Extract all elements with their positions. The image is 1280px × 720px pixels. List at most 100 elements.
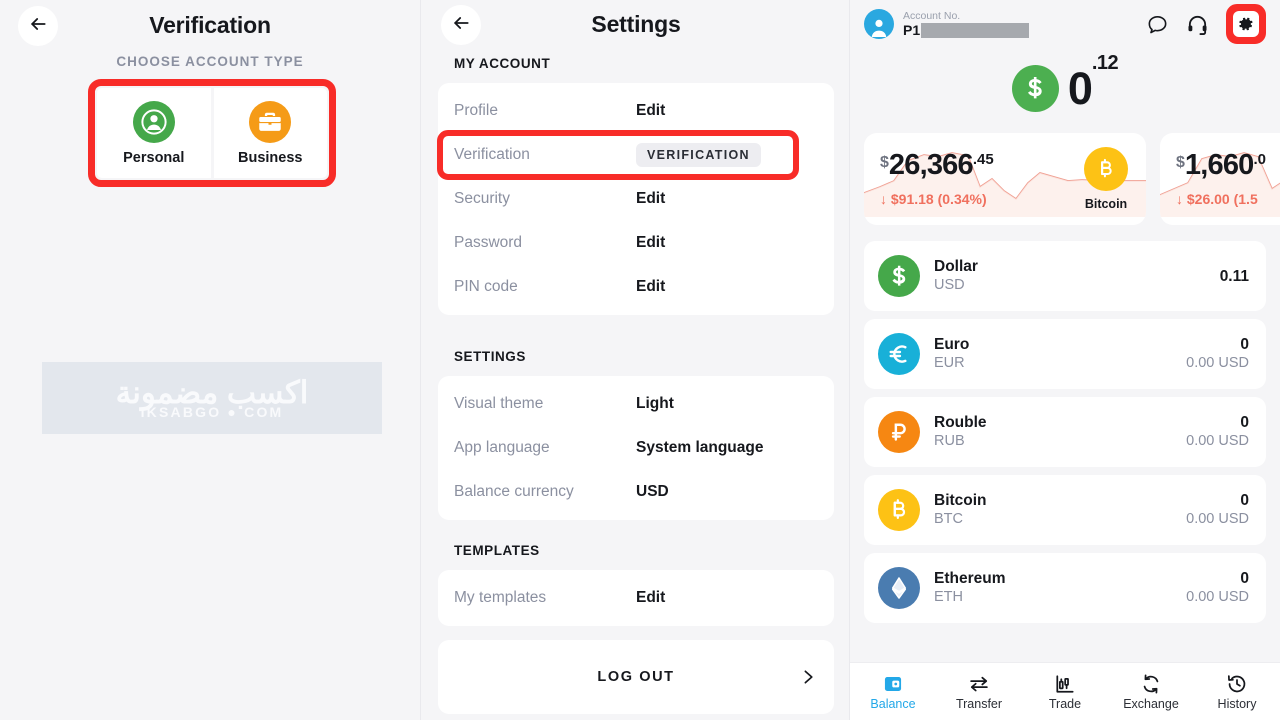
settings-row-password[interactable]: Password Edit: [438, 221, 834, 265]
rate-card-ethereum[interactable]: $ 1,660 .0 ↓ $26.00 (1.5: [1160, 133, 1280, 225]
account-type-label: Personal: [123, 149, 185, 166]
row-value[interactable]: System language: [636, 439, 764, 457]
row-value[interactable]: Edit: [636, 190, 665, 208]
currency-amount: 0: [1240, 570, 1249, 587]
rate-coin: Bitcoin: [1084, 147, 1128, 211]
rate-decimal: .45: [972, 151, 994, 168]
account-type-label: Business: [238, 149, 303, 166]
currency-usd-value: 0.00 USD: [1186, 589, 1249, 605]
currency-code: USD: [934, 277, 965, 293]
nav-item-transfer[interactable]: Transfer: [936, 673, 1022, 711]
currency-list: Dollar USD 0.11 Euro EUR 0 0.00 USD Roub…: [850, 241, 1280, 623]
settings-row-visual-theme[interactable]: Visual theme Light: [438, 382, 834, 426]
nav-item-history[interactable]: History: [1194, 673, 1280, 711]
currency-text: Rouble RUB: [934, 413, 987, 451]
balance-whole: 0: [1067, 62, 1093, 114]
nav-label: History: [1217, 696, 1257, 711]
nav-label: Balance: [870, 696, 916, 711]
settings-row-security[interactable]: Security Edit: [438, 177, 834, 221]
currency-usd-value: 0.00 USD: [1186, 433, 1249, 449]
watermark-latin: IKSABGO ● COM: [140, 403, 284, 420]
nav-label: Transfer: [955, 696, 1003, 711]
nav-item-trade[interactable]: Trade: [1022, 673, 1108, 711]
page-title: Verification: [149, 12, 271, 38]
rate-integer: 1,660: [1184, 149, 1254, 181]
currency-values: 0 0.00 USD: [1186, 413, 1249, 451]
rate-change: ↓ $26.00 (1.5: [1176, 191, 1258, 207]
row-label: Profile: [454, 102, 498, 119]
account-number-prefix: P1: [903, 22, 921, 38]
section-heading-templates: TEMPLATES: [454, 543, 540, 558]
headset-icon[interactable]: [1186, 13, 1209, 36]
row-label: Password: [454, 234, 523, 251]
currency-text: Ethereum ETH: [934, 569, 1006, 607]
chat-bubble-icon[interactable]: [1146, 13, 1169, 36]
row-value[interactable]: Edit: [636, 102, 665, 120]
account-type-business[interactable]: Business: [213, 88, 327, 178]
wallet-icon: [882, 673, 904, 695]
nav-label: Exchange: [1123, 696, 1179, 711]
settings-row-pin-code[interactable]: PIN code Edit: [438, 265, 834, 309]
account-number-value: P1: [903, 22, 1146, 38]
choose-account-type-label: CHOOSE ACCOUNT TYPE: [116, 54, 304, 69]
currency-name: Rouble: [934, 414, 987, 431]
row-value[interactable]: Edit: [636, 278, 665, 296]
currency-row-rub[interactable]: Rouble RUB 0 0.00 USD: [864, 397, 1266, 467]
wallet-header: Account No. P1: [850, 0, 1280, 48]
currency-amount: 0: [1240, 492, 1249, 509]
section-heading-settings: SETTINGS: [454, 349, 526, 364]
row-label: PIN code: [454, 278, 518, 295]
nav-item-exchange[interactable]: Exchange: [1108, 673, 1194, 711]
currency-row-eur[interactable]: Euro EUR 0 0.00 USD: [864, 319, 1266, 389]
rouble-icon: [878, 411, 920, 453]
account-type-options: Personal Business: [97, 88, 327, 178]
settings-row-my-templates[interactable]: My templates Edit: [438, 576, 834, 620]
settings-row-profile[interactable]: Profile Edit: [438, 89, 834, 133]
rate-cards-carousel[interactable]: $ 26,366 .45 ↓ $91.18 (0.34%) Bitcoin $ …: [850, 133, 1280, 225]
rate-change: ↓ $91.18 (0.34%): [880, 191, 987, 207]
rate-integer: 26,366: [888, 149, 974, 181]
chevron-right-icon: [799, 669, 816, 686]
refresh-cycle-icon: [1140, 673, 1162, 695]
currency-row-eth[interactable]: Ethereum ETH 0 0.00 USD: [864, 553, 1266, 623]
currency-values: 0 0.00 USD: [1186, 569, 1249, 607]
row-label: Security: [454, 190, 510, 207]
nav-item-balance[interactable]: Balance: [850, 673, 936, 711]
account-number-label: Account No.: [903, 10, 961, 22]
gear-icon: [1233, 11, 1259, 37]
account-type-personal[interactable]: Personal: [97, 88, 211, 178]
candlestick-chart-icon: [1054, 673, 1076, 695]
rate-values: $ 1,660 .0 ↓ $26.00 (1.5: [1160, 149, 1266, 208]
verification-panel: Verification CHOOSE ACCOUNT TYPE Persona…: [0, 0, 420, 720]
settings-gear-button[interactable]: [1226, 4, 1266, 44]
currency-text: Dollar USD: [934, 257, 978, 295]
currency-row-usd[interactable]: Dollar USD 0.11: [864, 241, 1266, 311]
row-value[interactable]: USD: [636, 483, 669, 501]
settings-row-verification[interactable]: Verification VERIFICATION: [438, 133, 834, 177]
currency-row-btc[interactable]: Bitcoin BTC 0 0.00 USD: [864, 475, 1266, 545]
redaction-bar: [921, 22, 1030, 38]
watermark: اكسب مضمونة IKSABGO ● COM: [42, 362, 382, 434]
balance-cents: .12: [1091, 51, 1119, 74]
rate-card-bitcoin[interactable]: $ 26,366 .45 ↓ $91.18 (0.34%) Bitcoin: [864, 133, 1146, 225]
currency-code: BTC: [934, 511, 963, 527]
rate-price: $ 26,366 .45: [880, 151, 994, 180]
status-badge[interactable]: VERIFICATION: [636, 143, 761, 167]
currency-usd-value: 0.00 USD: [1186, 511, 1249, 527]
coin-name: Bitcoin: [1084, 197, 1128, 211]
row-label: My templates: [454, 589, 547, 606]
settings-card: Visual theme Light App language System l…: [438, 376, 834, 520]
row-label: Visual theme: [454, 395, 544, 412]
row-value[interactable]: Edit: [636, 589, 665, 607]
wallet-panel: Account No. P1 0 .12 $ 26,366 .45 ↓ $91.…: [850, 0, 1280, 720]
arrows-exchange-icon: [968, 673, 990, 695]
settings-row-app-language[interactable]: App language System language: [438, 426, 834, 470]
euro-icon: [878, 333, 920, 375]
currency-usd-value: 0.00 USD: [1186, 355, 1249, 371]
logout-button[interactable]: LOG OUT: [438, 640, 834, 714]
row-value[interactable]: Edit: [636, 234, 665, 252]
settings-row-balance-currency[interactable]: Balance currency USD: [438, 470, 834, 514]
user-avatar-icon[interactable]: [864, 9, 894, 39]
row-label: App language: [454, 439, 550, 456]
row-value[interactable]: Light: [636, 395, 674, 413]
